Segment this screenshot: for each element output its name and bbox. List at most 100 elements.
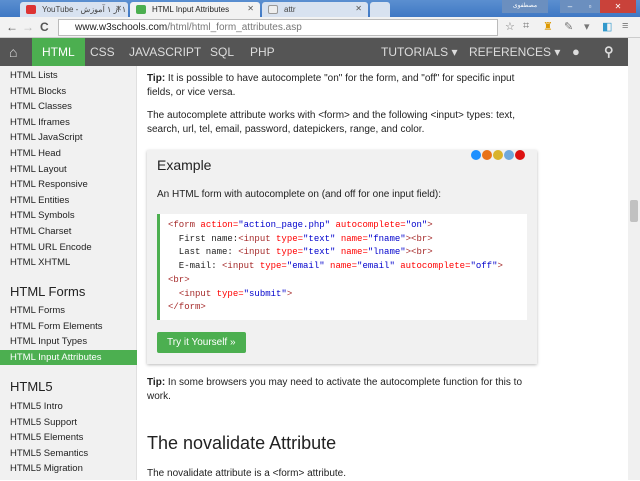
sidebar-item[interactable]: HTML5 Migration	[0, 461, 137, 476]
sidebar-item[interactable]: HTML5 Elements	[0, 430, 137, 445]
sidebar-item[interactable]: HTML Layout	[0, 162, 137, 177]
sidebar-item[interactable]: HTML Classes	[0, 99, 137, 114]
screenshot-icon[interactable]: ⌗	[523, 20, 529, 33]
nav-css[interactable]: CSS	[90, 38, 115, 66]
sidebar-item[interactable]: HTML Form Elements	[0, 319, 137, 334]
sidebar-item[interactable]: HTML Iframes	[0, 115, 137, 130]
sidebar: HTML Lists HTML Blocks HTML Classes HTML If…	[0, 66, 137, 480]
maximize-button[interactable]: ▫	[580, 0, 600, 13]
sidebar-item[interactable]: HTML Charset	[0, 224, 137, 239]
tab-html-input-attributes[interactable]: HTML Input Attributes ✕	[130, 2, 260, 17]
nav-tutorials[interactable]: TUTORIALS ▾	[381, 38, 457, 66]
sidebar-item[interactable]: HTML Input Types	[0, 334, 137, 349]
firefox-icon	[482, 150, 492, 160]
home-icon[interactable]: ⌂	[9, 38, 17, 66]
safari-icon	[504, 150, 514, 160]
tip-text: It is possible to have autocomplete "on"…	[147, 73, 515, 98]
extension-icon[interactable]: ▾	[584, 20, 590, 33]
code-token: <form	[168, 220, 196, 230]
code-token: "lname"	[367, 247, 406, 258]
sidebar-item[interactable]: HTML Symbols	[0, 208, 137, 223]
sidebar-item[interactable]: HTML Input Attributes	[0, 349, 137, 365]
nav-javascript[interactable]: JAVASCRIPT	[129, 38, 201, 66]
url-path: /html/html_form_attributes.asp	[167, 22, 302, 33]
code-token: "text"	[303, 247, 336, 258]
url-host: www.w3schools.com	[75, 22, 168, 33]
close-icon[interactable]: ✕	[247, 4, 254, 13]
sidebar-item[interactable]: HTML Lists	[0, 68, 137, 83]
tip-label: Tip:	[147, 73, 166, 84]
opera-icon	[515, 150, 525, 160]
section-title: The novalidate Attribute	[147, 433, 337, 453]
sidebar-item[interactable]: HTML5 Semantics	[0, 446, 137, 461]
code-token: action=	[195, 220, 239, 230]
sidebar-item[interactable]: HTML XHTML	[0, 255, 137, 270]
novalidate-paragraph: The novalidate attribute is a <form> att…	[147, 468, 346, 479]
code-token: >	[497, 261, 503, 272]
tab-attr[interactable]: attr ✕	[262, 2, 368, 17]
sidebar-item[interactable]: HTML5 Intro	[0, 399, 137, 414]
close-icon[interactable]: ✕	[355, 4, 362, 13]
scrollbar-thumb[interactable]	[630, 200, 638, 222]
code-token: "fname"	[367, 233, 406, 244]
new-tab-button[interactable]	[370, 2, 390, 17]
code-token: Last name:	[168, 247, 239, 258]
nav-sql[interactable]: SQL	[210, 38, 234, 66]
nav-references[interactable]: REFERENCES ▾	[469, 38, 560, 66]
autocomplete-paragraph: The autocomplete attribute works with <f…	[147, 110, 515, 135]
sidebar-item[interactable]: HTML Blocks	[0, 84, 137, 99]
back-icon[interactable]: ←	[6, 20, 18, 34]
extension-icon[interactable]: ♜	[543, 20, 553, 33]
extension-icon[interactable]: ◧	[602, 20, 612, 33]
code-token: ><br>	[405, 233, 433, 244]
minimize-button[interactable]: –	[560, 0, 580, 13]
sidebar-item[interactable]: HTML Head	[0, 146, 137, 161]
example-description: An HTML form with autocomplete on (and o…	[157, 189, 442, 200]
close-icon[interactable]: ✕	[115, 4, 122, 13]
code-line: Last name: <input type="text" name="lnam…	[168, 246, 527, 260]
code-token: "off"	[470, 261, 498, 272]
close-window-button[interactable]: ✕	[600, 0, 636, 13]
example-box: Example An HTML form with autocomplete o…	[147, 150, 537, 364]
tip-browsers: Tip: In some browsers you may need to ac…	[147, 376, 537, 404]
code-token: <input	[222, 261, 255, 272]
browser-support-icons	[471, 150, 525, 160]
sidebar-item[interactable]: HTML Forms	[0, 303, 137, 318]
sidebar-item[interactable]: HTML5 Support	[0, 415, 137, 430]
code-token: "email"	[357, 261, 395, 272]
tab-strip: YouTube - ١ از ١ آموزش ✕ HTML Input Attri…	[0, 0, 640, 17]
code-line: <input type="submit">	[168, 288, 527, 302]
forward-icon[interactable]: →	[22, 20, 34, 34]
top-navigation: ⌂ HTML CSS JAVASCRIPT SQL PHP TUTORIALS …	[0, 38, 628, 66]
nav-html[interactable]: HTML	[32, 38, 85, 66]
globe-icon[interactable]: ●	[572, 38, 580, 66]
sidebar-item[interactable]: HTML Entities	[0, 193, 137, 208]
code-token: type=	[270, 247, 304, 258]
tab-label: attr	[284, 5, 296, 14]
sidebar-item[interactable]: HTML JavaScript	[0, 130, 137, 145]
code-token: "text"	[303, 233, 336, 244]
code-token: >	[427, 220, 433, 230]
tip-autocomplete: Tip: It is possible to have autocomplete…	[147, 72, 537, 100]
menu-icon[interactable]: ≡	[622, 20, 628, 32]
nav-php[interactable]: PHP	[250, 38, 275, 66]
code-line: <br>	[168, 274, 527, 288]
search-icon[interactable]: ⚲	[604, 38, 614, 66]
sidebar-item[interactable]: HTML Responsive	[0, 177, 137, 192]
code-token: <input	[178, 288, 212, 299]
code-token: First name:	[168, 233, 239, 244]
try-it-yourself-button[interactable]: Try it Yourself »	[157, 332, 246, 353]
sidebar-heading-html5: HTML5	[10, 379, 53, 394]
tab-label: HTML Input Attributes	[152, 5, 230, 14]
sidebar-item[interactable]: HTML URL Encode	[0, 240, 137, 255]
sidebar-heading-forms: HTML Forms	[10, 284, 86, 299]
code-line: </form>	[168, 301, 527, 315]
eyedropper-icon[interactable]: ✎	[564, 20, 573, 33]
code-token: "email"	[286, 261, 325, 272]
reload-icon[interactable]: C	[40, 20, 49, 34]
star-icon[interactable]: ☆	[505, 20, 515, 33]
url-input[interactable]: www.w3schools.com/html/html_form_attribu…	[58, 19, 498, 36]
scrollbar[interactable]	[628, 38, 640, 480]
code-token: name=	[324, 261, 358, 272]
tab-youtube[interactable]: YouTube - ١ از ١ آموزش ✕	[20, 2, 128, 17]
